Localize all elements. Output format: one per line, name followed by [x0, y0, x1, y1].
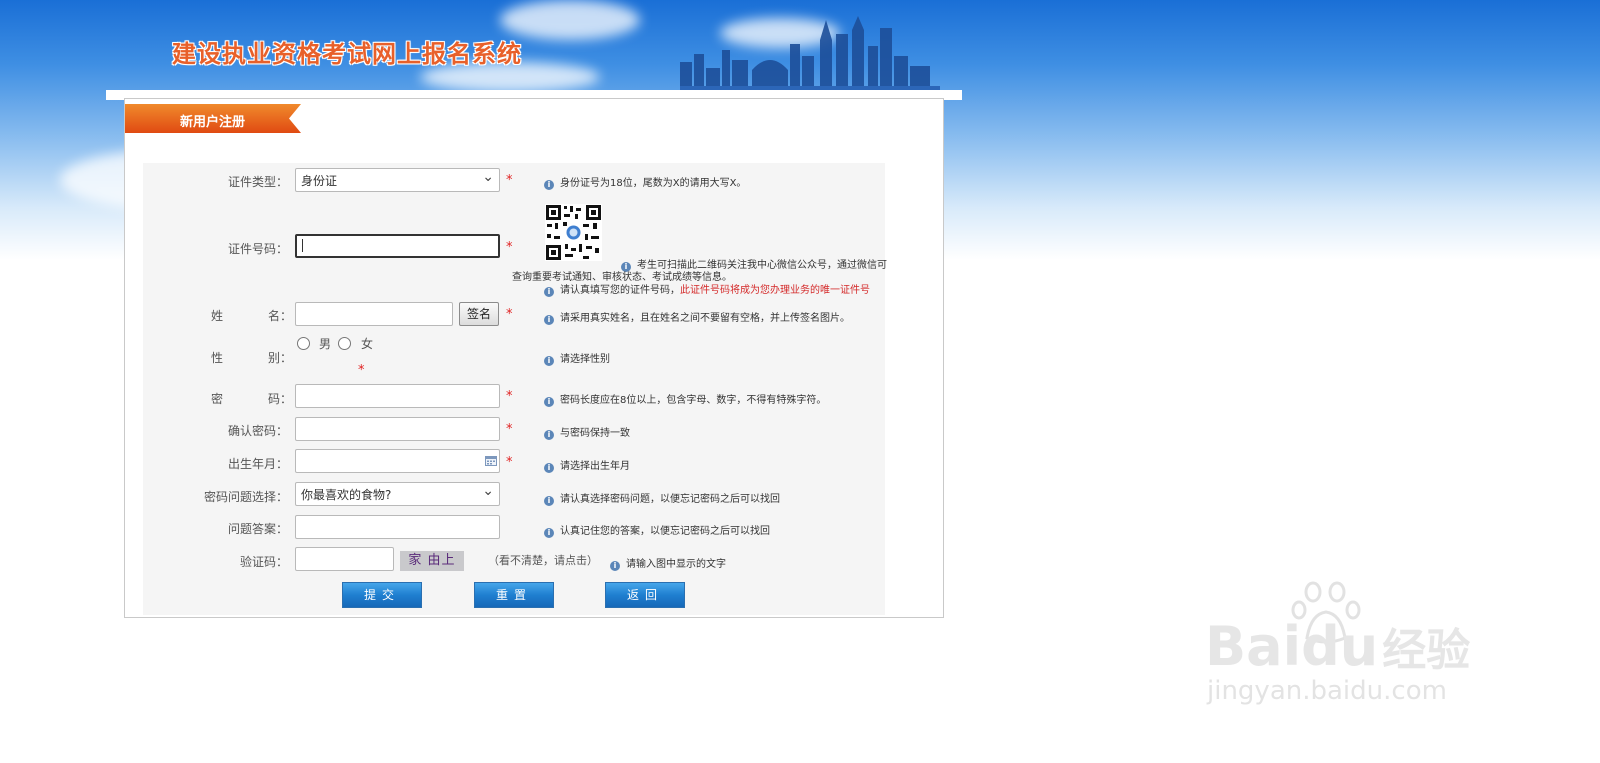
confirm-password-hint-text: 与密码保持一致	[560, 428, 630, 439]
id-number-input[interactable]	[295, 234, 500, 258]
required-mark: *	[506, 307, 513, 322]
registration-form	[143, 163, 885, 615]
birth-hint-text: 请选择出生年月	[560, 461, 630, 472]
id-number-hint: i 请认真填写您的证件号码，此证件号码将成为您办理业务的唯一证件号	[544, 281, 870, 297]
text-cursor	[302, 239, 303, 252]
gender-radio-female[interactable]	[338, 337, 351, 350]
watermark-brand: Baidu经验	[1205, 614, 1470, 678]
required-mark: *	[506, 389, 513, 404]
id-type-label: 证件类型：	[227, 175, 288, 189]
gender-radio-male[interactable]	[297, 337, 310, 350]
id-type-hint-text: 身份证号为18位，尾数为X的请用大写X。	[560, 178, 747, 189]
reset-button[interactable]: 重置	[474, 582, 554, 608]
info-icon: i	[544, 315, 554, 325]
gender-hint: i 请选择性别	[544, 350, 610, 366]
captcha-input[interactable]	[295, 547, 394, 571]
password-label-char1: 密	[211, 392, 224, 406]
id-number-hint-warning: 此证件号码将成为您办理业务的唯一证件号	[680, 285, 870, 296]
captcha-image[interactable]: 家 由上	[400, 551, 464, 571]
info-icon: i	[544, 463, 554, 473]
answer-label: 问题答案：	[227, 522, 288, 536]
watermark-url: jingyan.baidu.com	[1207, 676, 1447, 706]
gender-label-char1: 性	[211, 351, 224, 365]
captcha-hint-text: 请输入图中显示的文字	[626, 559, 726, 570]
id-type-hint: i 身份证号为18位，尾数为X的请用大写X。	[544, 174, 746, 190]
watermark-brand-part2: du	[1301, 615, 1379, 678]
captcha-label: 验证码：	[239, 555, 288, 569]
submit-button[interactable]: 提交	[342, 582, 422, 608]
id-type-select[interactable]: 身份证	[295, 168, 500, 192]
answer-input[interactable]	[295, 515, 500, 539]
password-hint: i 密码长度应在8位以上，包含字母、数字，不得有特殊字符。	[544, 391, 826, 407]
password-label-char2: 码：	[268, 392, 293, 406]
confirm-password-label: 确认密码：	[227, 424, 288, 438]
back-button[interactable]: 返回	[605, 582, 685, 608]
gender-label-char2: 别：	[268, 351, 293, 365]
required-mark: *	[506, 173, 513, 188]
captcha-hint: i 请输入图中显示的文字	[610, 555, 726, 571]
password-input[interactable]	[295, 384, 500, 408]
gender-option-female: 女	[361, 337, 374, 351]
info-icon: i	[544, 287, 554, 297]
site-title: 建设执业资格考试网上报名系统	[172, 39, 522, 68]
id-number-hint-text: 请认真填写您的证件号码，	[560, 285, 680, 296]
watermark-brand-cn: 经验	[1382, 625, 1471, 676]
gender-hint-text: 请选择性别	[560, 354, 610, 365]
confirm-password-input[interactable]	[295, 417, 500, 441]
required-mark: *	[358, 363, 365, 378]
info-icon: i	[544, 430, 554, 440]
info-icon: i	[544, 180, 554, 190]
question-hint-text: 请认真选择密码问题，以便忘记密码之后可以找回	[560, 494, 780, 505]
info-icon: i	[544, 528, 554, 538]
info-icon: i	[610, 561, 620, 571]
question-label: 密码问题选择：	[203, 490, 288, 504]
required-mark: *	[506, 422, 513, 437]
required-mark: *	[506, 455, 513, 470]
birth-date-input[interactable]	[295, 449, 500, 473]
name-label-char2: 名：	[268, 309, 293, 323]
info-icon: i	[544, 356, 554, 366]
answer-hint-text: 认真记住您的答案，以便忘记密码之后可以找回	[560, 526, 770, 537]
wechat-qr-code-image	[545, 204, 602, 261]
question-select[interactable]: 你最喜欢的食物?	[295, 482, 500, 506]
captcha-refresh-link[interactable]: （看不清楚，请点击）	[488, 552, 598, 568]
name-hint: i 请采用真实姓名，且在姓名之间不要留有空格，并上传签名图片。	[544, 309, 850, 325]
name-label-char1: 姓	[211, 309, 224, 323]
required-mark: *	[506, 240, 513, 255]
id-type-value: 身份证	[301, 174, 338, 188]
confirm-password-hint: i 与密码保持一致	[544, 424, 630, 440]
watermark-brand-part1: Bai	[1205, 615, 1302, 678]
question-value: 你最喜欢的食物?	[301, 488, 392, 502]
name-input[interactable]	[295, 302, 453, 326]
question-hint: i 请认真选择密码问题，以便忘记密码之后可以找回	[544, 490, 780, 506]
city-skyline-image	[680, 16, 940, 92]
name-hint-text: 请采用真实姓名，且在姓名之间不要留有空格，并上传签名图片。	[560, 313, 850, 324]
birth-hint: i 请选择出生年月	[544, 457, 630, 473]
calendar-icon[interactable]	[485, 455, 497, 466]
id-number-label: 证件号码：	[227, 242, 288, 256]
answer-hint: i 认真记住您的答案，以便忘记密码之后可以找回	[544, 522, 770, 538]
sign-button[interactable]: 签名	[459, 302, 499, 326]
info-icon: i	[544, 397, 554, 407]
tab-new-user-register[interactable]: 新用户注册	[180, 111, 245, 130]
info-icon: i	[544, 496, 554, 506]
password-hint-text: 密码长度应在8位以上，包含字母、数字，不得有特殊字符。	[560, 395, 827, 406]
birth-label: 出生年月：	[227, 457, 288, 471]
gender-option-male: 男	[319, 337, 332, 351]
